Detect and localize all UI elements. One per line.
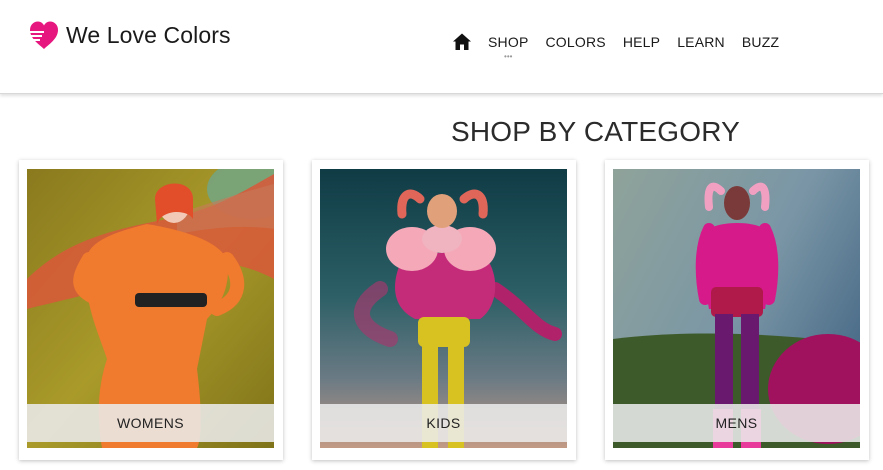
nav-item-shop-label: SHOP: [488, 34, 529, 50]
category-label-mens: MENS: [613, 404, 860, 442]
active-indicator: •••: [504, 52, 513, 61]
category-image-mens: MENS: [613, 169, 860, 448]
main-nav: SHOP ••• COLORS HELP LEARN BUZZ: [452, 31, 796, 61]
page-title: SHOP BY CATEGORY: [451, 116, 740, 147]
category-card-kids[interactable]: KIDS: [312, 160, 576, 460]
category-label-womens: WOMENS: [27, 404, 274, 442]
category-image-kids: KIDS: [320, 169, 567, 448]
site-header: We Love Colors SHOP ••• COLORS HELP LEAR…: [0, 0, 883, 94]
category-image-womens: WOMENS: [27, 169, 274, 448]
category-card-womens[interactable]: WOMENS: [19, 160, 283, 460]
nav-item-learn[interactable]: LEARN: [677, 31, 725, 53]
category-label-kids: KIDS: [320, 404, 567, 442]
nav-item-colors[interactable]: COLORS: [545, 31, 605, 53]
nav-item-help[interactable]: HELP: [623, 31, 660, 53]
heart-icon: [28, 21, 58, 49]
brand-logo[interactable]: We Love Colors: [28, 20, 231, 50]
nav-item-buzz[interactable]: BUZZ: [742, 31, 779, 53]
brand-name: We Love Colors: [66, 21, 231, 48]
home-icon[interactable]: [452, 32, 472, 52]
category-card-mens[interactable]: MENS: [605, 160, 869, 460]
nav-item-shop[interactable]: SHOP •••: [488, 31, 529, 61]
